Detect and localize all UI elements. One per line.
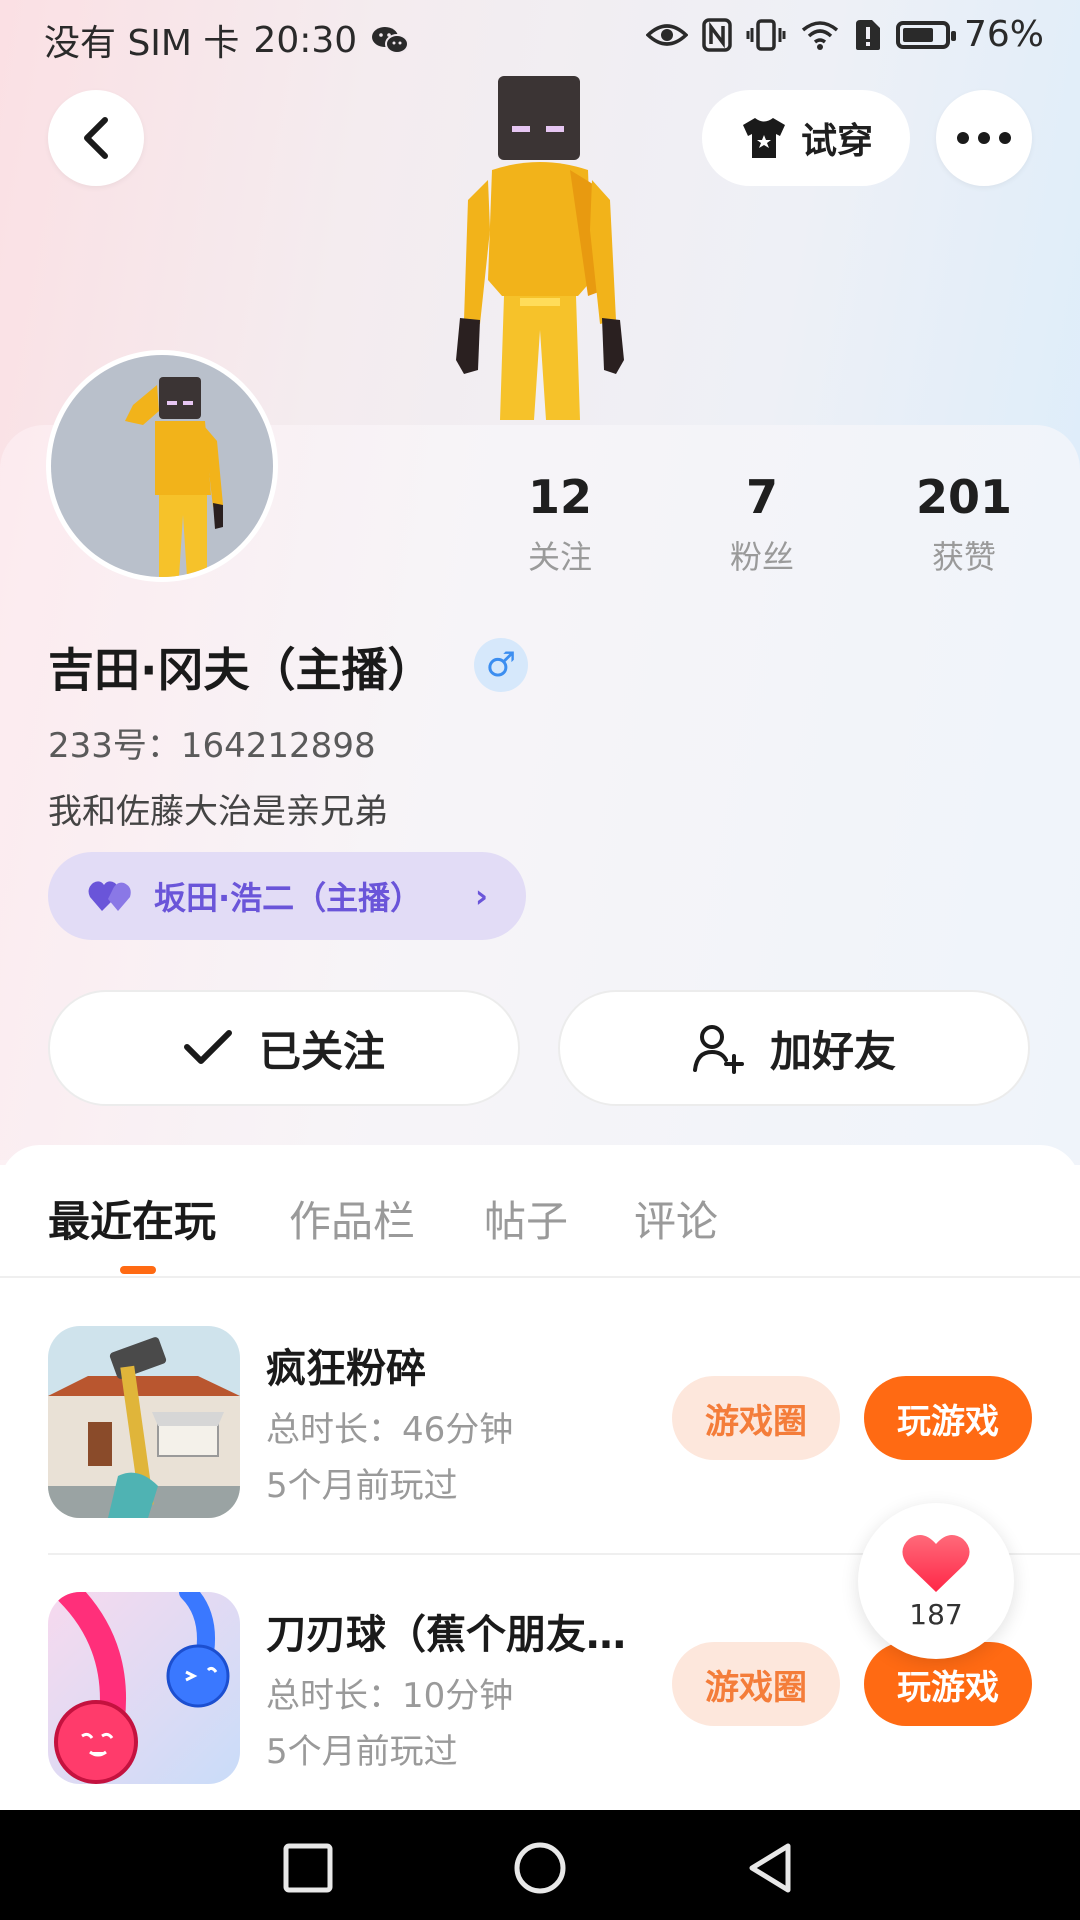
recent-apps-icon[interactable] <box>280 1840 336 1896</box>
chevron-left-icon <box>84 117 108 159</box>
tab-comments[interactable]: 评论 <box>634 1188 718 1249</box>
profile-stats: 12 关注 7 粉丝 201 获赞 <box>480 470 1040 580</box>
like-count: 187 <box>909 1597 963 1631</box>
play-game-button[interactable]: 玩游戏 <box>864 1376 1032 1460</box>
nfc-icon <box>702 17 732 52</box>
profile-bio: 我和佐藤大治是亲兄弟 <box>48 792 388 832</box>
male-gender-icon: ♂ <box>474 638 528 692</box>
check-icon <box>183 1030 232 1064</box>
tab-recently-played[interactable]: 最近在玩 <box>48 1188 216 1249</box>
heart-icon <box>902 1534 970 1592</box>
clock: 20:30 <box>253 19 358 61</box>
home-icon[interactable] <box>512 1840 568 1896</box>
following-label: 关注 <box>527 538 592 576</box>
blade-ball-thumbnail-image <box>48 1592 240 1784</box>
game-thumbnail[interactable] <box>48 1326 240 1518</box>
try-on-button[interactable]: 试穿 <box>702 90 910 186</box>
tabs-divider <box>0 1276 1080 1278</box>
game-title: 刀刃球（蕉个朋友… <box>266 1612 626 1658</box>
sim-alert-icon <box>855 19 880 50</box>
eye-icon <box>645 23 688 46</box>
game-title: 疯狂粉碎 <box>266 1346 426 1392</box>
double-heart-icon <box>88 881 131 911</box>
wifi-icon <box>801 20 839 50</box>
floating-like-button[interactable]: 187 <box>858 1503 1014 1659</box>
tab-works[interactable]: 作品栏 <box>289 1188 415 1249</box>
avatar[interactable] <box>46 350 278 582</box>
more-dots-icon <box>957 132 1011 144</box>
more-button[interactable] <box>936 90 1032 186</box>
crazy-smash-thumbnail-image <box>48 1326 240 1518</box>
game-list-item[interactable]: 疯狂粉碎 总时长：46分钟 5个月前玩过 游戏圈 玩游戏 <box>0 1326 1080 1526</box>
game-last-played: 5个月前玩过 <box>266 1466 458 1506</box>
cp-partner-tag[interactable]: 坂田·浩二（主播） › <box>48 852 526 940</box>
system-navigation-bar <box>0 1810 1080 1920</box>
back-button[interactable] <box>48 90 144 186</box>
profile-name: 吉田·冈夫（主播） <box>48 643 434 697</box>
battery-icon <box>895 20 956 49</box>
avatar-character-image <box>125 377 223 577</box>
followers-label: 粉丝 <box>729 538 794 576</box>
game-circle-button[interactable]: 游戏圈 <box>672 1642 840 1726</box>
followed-label: 已关注 <box>258 1026 385 1076</box>
tab-posts[interactable]: 帖子 <box>484 1188 568 1249</box>
add-user-icon <box>692 1025 744 1074</box>
following-count: 12 <box>527 470 592 524</box>
vibrate-icon <box>746 18 786 51</box>
battery-percent: 76% <box>963 14 1044 55</box>
try-on-label: 试穿 <box>800 121 873 162</box>
active-tab-indicator <box>120 1266 156 1274</box>
stat-likes[interactable]: 201 获赞 <box>884 470 1044 578</box>
followers-count: 7 <box>745 470 778 524</box>
followed-button[interactable]: 已关注 <box>48 990 520 1106</box>
add-friend-button[interactable]: 加好友 <box>558 990 1030 1106</box>
back-triangle-icon[interactable] <box>744 1840 800 1896</box>
cp-partner-name: 坂田·浩二（主播） <box>154 879 423 917</box>
game-duration: 总时长：46分钟 <box>266 1410 514 1450</box>
stat-followers[interactable]: 7 粉丝 <box>682 470 842 578</box>
stat-following[interactable]: 12 关注 <box>480 470 640 578</box>
game-duration: 总时长：10分钟 <box>266 1676 514 1716</box>
chevron-right-icon: › <box>474 877 488 915</box>
avatar-character-3d <box>456 76 624 420</box>
likes-label: 获赞 <box>931 538 996 576</box>
user-id: 233号：164212898 <box>48 726 376 766</box>
tshirt-icon <box>742 118 785 158</box>
likes-count: 201 <box>915 470 1013 524</box>
status-bar: 没有 SIM 卡 20:30 76% <box>0 0 1080 76</box>
profile-tabs: 最近在玩 作品栏 帖子 评论 <box>0 1176 1080 1276</box>
game-thumbnail[interactable] <box>48 1592 240 1784</box>
wechat-icon <box>372 27 410 54</box>
game-last-played: 5个月前玩过 <box>266 1732 458 1772</box>
add-friend-label: 加好友 <box>769 1026 896 1076</box>
game-circle-button[interactable]: 游戏圈 <box>672 1376 840 1460</box>
carrier-text: 没有 SIM 卡 <box>44 23 240 64</box>
